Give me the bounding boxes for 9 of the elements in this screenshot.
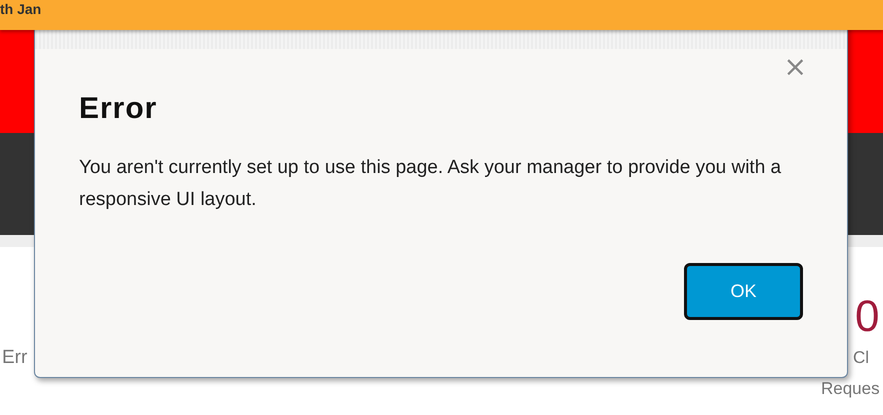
tile-count: 0 bbox=[855, 293, 880, 341]
close-button[interactable]: × bbox=[780, 55, 811, 79]
dialog-message: You aren't currently set up to use this page. Ask your manager to provide you with a responsive UI layout. bbox=[79, 156, 782, 212]
tile-label: Cl bbox=[853, 347, 870, 368]
dialog-title: Error bbox=[79, 91, 158, 127]
tile-label: Err bbox=[2, 347, 28, 368]
ok-button[interactable]: OK bbox=[684, 263, 803, 320]
tile-label: Reques bbox=[821, 378, 881, 399]
date-text: th Jan bbox=[0, 0, 42, 18]
